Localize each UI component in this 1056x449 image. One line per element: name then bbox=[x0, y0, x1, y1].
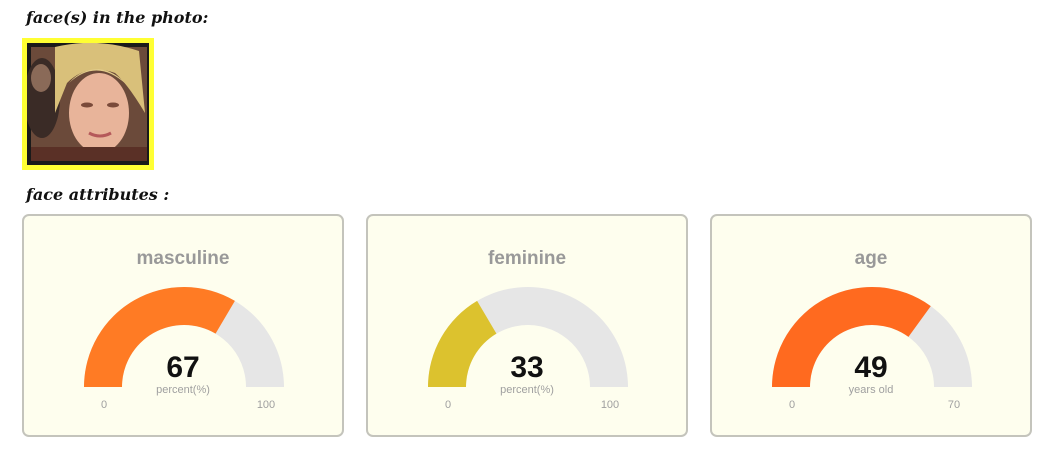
gauge-arc bbox=[84, 287, 284, 387]
photo-faces-heading: face(s) in the photo: bbox=[26, 8, 209, 27]
face-image bbox=[27, 43, 149, 165]
face-thumbnail[interactable] bbox=[22, 38, 154, 170]
gauge-min-label: 0 bbox=[100, 399, 108, 411]
age-gauge-card: age 49 years old 0 70 bbox=[710, 214, 1032, 437]
feminine-gauge-card: feminine 33 percent(%) 0 100 bbox=[366, 214, 688, 437]
gauge-min-label: 0 bbox=[444, 399, 452, 411]
gauge-max-label: 100 bbox=[256, 399, 276, 411]
gauge-arc bbox=[428, 287, 628, 387]
masculine-gauge-card: masculine 67 percent(%) 0 100 bbox=[22, 214, 344, 437]
gauge-max-label: 70 bbox=[947, 399, 961, 411]
gauge-value: 67 bbox=[166, 351, 200, 384]
gauge-unit: percent(%) bbox=[156, 384, 210, 396]
gauge-unit: years old bbox=[848, 384, 894, 396]
gauge-min-label: 0 bbox=[788, 399, 796, 411]
gauge-value: 49 bbox=[854, 351, 888, 384]
gauge-unit: percent(%) bbox=[500, 384, 554, 396]
gauge-max-label: 100 bbox=[600, 399, 620, 411]
gauge-value: 33 bbox=[510, 351, 544, 384]
face-attributes-heading: face attributes : bbox=[26, 185, 170, 204]
gauge-arc bbox=[772, 287, 972, 387]
